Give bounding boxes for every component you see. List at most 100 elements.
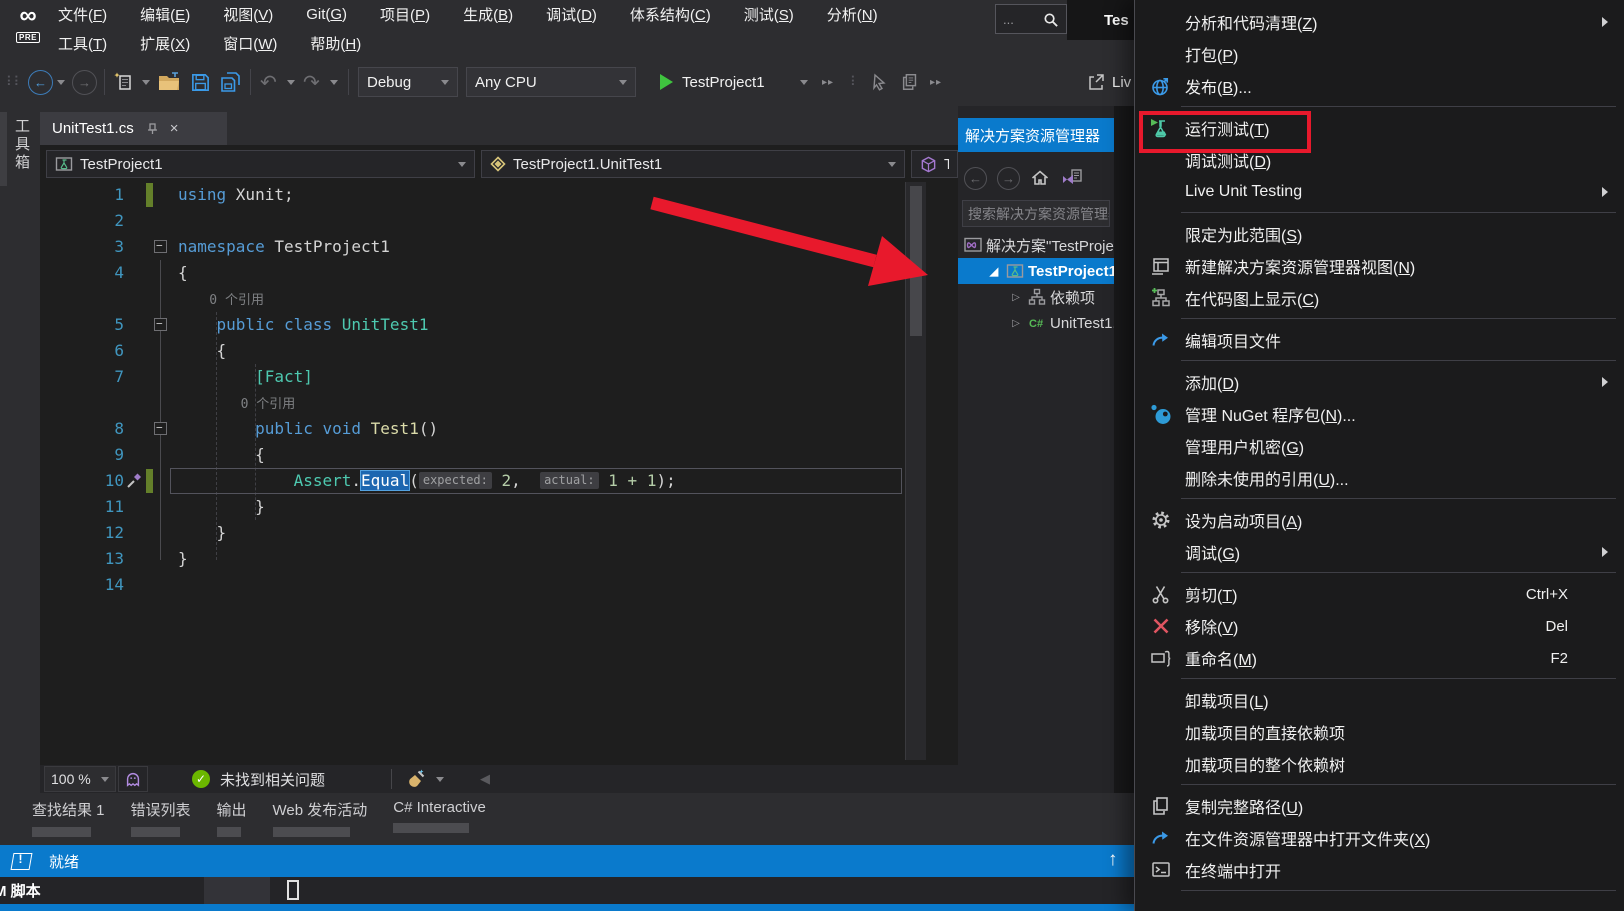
code-cleanup-broom-icon[interactable] <box>406 768 428 790</box>
context-menu-item[interactable]: 管理 NuGet 程序包(N)... <box>1135 398 1624 430</box>
code-line[interactable]: 7 [Fact] <box>40 364 905 390</box>
context-menu-item[interactable]: 打包(P) <box>1135 38 1624 70</box>
expand-chevron-icon[interactable]: ◢ <box>984 265 1004 278</box>
menubar-item[interactable]: 测试(S) <box>744 4 794 25</box>
menubar-item[interactable]: Git(G) <box>306 6 347 23</box>
context-menu-item[interactable]: 加载项目的直接依赖项 <box>1135 716 1624 748</box>
menubar-item[interactable]: 文件(F) <box>58 4 107 25</box>
context-menu-item[interactable]: 在代码图上显示(C) <box>1135 282 1624 314</box>
toolbar-overflow-icon[interactable] <box>822 58 834 106</box>
undo-button[interactable] <box>260 58 277 106</box>
live-share-icon[interactable] <box>1086 58 1106 106</box>
context-menu-item[interactable]: 调试(G) <box>1135 536 1624 568</box>
redo-caret[interactable] <box>330 58 338 106</box>
navigate-forward-button[interactable] <box>72 58 97 106</box>
menubar-item[interactable]: 体系结构(C) <box>630 4 711 25</box>
code-line[interactable]: 8 public void Test1() <box>40 416 905 442</box>
context-menu-item[interactable]: 发布(B)... <box>1135 70 1624 102</box>
start-debug-button[interactable] <box>660 58 673 106</box>
run-target-label[interactable]: TestProject1 <box>682 58 765 106</box>
code-line[interactable]: 4 { <box>40 260 905 286</box>
configuration-dropdown[interactable]: Debug <box>358 67 458 97</box>
code-line[interactable]: 13 } <box>40 546 905 572</box>
code-line[interactable]: 12 } <box>40 520 905 546</box>
context-menu-item[interactable]: 重命名(M) F2 <box>1135 642 1624 674</box>
menubar-item[interactable]: 调试(D) <box>546 4 597 25</box>
code-line[interactable]: 11 } <box>40 494 905 520</box>
bottom-panel-tab[interactable]: 输出 <box>217 799 247 837</box>
context-menu-item[interactable]: 剪切(T) Ctrl+X <box>1135 578 1624 610</box>
context-menu-item[interactable]: 卸载项目(L) <box>1135 684 1624 716</box>
code-line[interactable]: 5 public class UnitTest1 <box>40 312 905 338</box>
code-line[interactable]: 14 <box>40 572 905 598</box>
code-line[interactable]: 0 个引用 <box>40 390 905 416</box>
save-all-button[interactable] <box>220 58 242 106</box>
bottom-panel-tab[interactable]: Web 发布活动 <box>273 799 368 837</box>
notification-icon[interactable] <box>11 853 33 870</box>
code-line[interactable]: 1 using Xunit; <box>40 182 905 208</box>
bottom-panel-tab[interactable]: 查找结果 1 <box>32 799 105 837</box>
code-line[interactable]: 2 <box>40 208 905 234</box>
menubar-item[interactable]: 生成(B) <box>463 4 513 25</box>
switch-views-icon[interactable] <box>1060 167 1084 189</box>
editor-vertical-scrollbar[interactable] <box>905 182 926 760</box>
collapse-toggle[interactable] <box>154 422 167 435</box>
context-menu-item[interactable]: 分析和代码清理(Z) <box>1135 6 1624 38</box>
code-editor[interactable]: 1 using Xunit; 2 3 namespace TestProject… <box>40 182 905 760</box>
copy-doc-icon[interactable] <box>900 58 920 106</box>
collapse-toggle[interactable] <box>154 318 167 331</box>
code-line[interactable]: 10 Assert.Equal(expected: 2, actual: 1 +… <box>40 468 905 494</box>
new-file-caret[interactable] <box>142 58 150 106</box>
context-menu-item[interactable]: 编辑项目文件 <box>1135 324 1624 356</box>
toolbar-grip[interactable]: ⠇⠇ <box>6 58 21 106</box>
code-line[interactable]: 3 namespace TestProject1 <box>40 234 905 260</box>
context-menu-item[interactable]: 添加(D) <box>1135 366 1624 398</box>
breadcrumb-project-dropdown[interactable]: TestProject1 <box>46 150 475 178</box>
menubar-item[interactable]: 扩展(X) <box>140 33 190 54</box>
context-menu-item[interactable]: 新建解决方案资源管理器视图(N) <box>1135 250 1624 282</box>
quick-actions-icon[interactable] <box>126 473 142 489</box>
solution-search-input[interactable]: 搜索解决方案资源管理器(Ctrl+;) <box>962 200 1110 227</box>
code-line[interactable]: 9 { <box>40 442 905 468</box>
bottom-panel-tab[interactable]: 错误列表 <box>131 799 191 837</box>
context-menu-item[interactable]: 删除未使用的引用(U)... <box>1135 462 1624 494</box>
save-button[interactable] <box>190 58 211 106</box>
menubar-item[interactable]: 项目(P) <box>380 4 430 25</box>
context-menu-item[interactable]: 移除(V) Del <box>1135 610 1624 642</box>
redo-button[interactable] <box>303 58 320 106</box>
toolbar-grip[interactable]: ⠇ <box>850 58 858 106</box>
menubar-item[interactable]: 帮助(H) <box>310 33 361 54</box>
context-menu-item[interactable]: 加载项目的整个依赖树 <box>1135 748 1624 780</box>
close-icon[interactable]: × <box>170 120 179 137</box>
pointer-tool-icon[interactable] <box>870 58 888 106</box>
menubar-item[interactable]: 编辑(E) <box>140 4 190 25</box>
tree-row[interactable]: 解决方案"TestProject1" <box>958 232 1114 258</box>
context-menu-item[interactable]: 复制完整路径(U) <box>1135 790 1624 822</box>
breadcrumb-type-dropdown[interactable]: TestProject1.UnitTest1 <box>481 150 905 178</box>
explorer-back-icon[interactable] <box>964 167 987 190</box>
menubar-item[interactable]: 视图(V) <box>223 4 273 25</box>
run-target-caret[interactable] <box>800 58 808 106</box>
platform-dropdown[interactable]: Any CPU <box>466 67 636 97</box>
toolbar-overflow-icon[interactable] <box>930 58 942 106</box>
code-line[interactable]: 0 个引用 <box>40 286 905 312</box>
bottom-panel-tab[interactable]: C# Interactive <box>393 799 486 837</box>
breadcrumb-member-dropdown[interactable]: Te <box>911 150 958 178</box>
back-dropdown-caret[interactable] <box>57 58 65 106</box>
panel-title-bar[interactable]: 解决方案资源管理器 <box>958 118 1114 152</box>
document-tab[interactable]: UnitTest1.cs × <box>40 112 227 145</box>
context-menu-item[interactable]: 在文件资源管理器中打开文件夹(X) <box>1135 822 1624 854</box>
tree-row[interactable]: ◢ TestProject1 <box>958 258 1114 284</box>
toolbox-vertical-tab[interactable]: 工具箱 <box>11 118 32 172</box>
expand-chevron-icon[interactable]: ▷ <box>1006 292 1026 303</box>
collapse-toggle[interactable] <box>154 240 167 253</box>
up-arrow-icon[interactable] <box>1108 849 1118 871</box>
new-file-button[interactable] <box>113 58 135 106</box>
menubar-item[interactable]: 窗口(W) <box>223 33 277 54</box>
context-menu-item[interactable]: 限定为此范围(S) <box>1135 218 1624 250</box>
navigate-back-button[interactable] <box>28 58 53 106</box>
context-menu-item[interactable]: Live Unit Testing <box>1135 176 1624 208</box>
menubar-item[interactable]: 工具(T) <box>58 33 107 54</box>
live-share-label[interactable]: Liv <box>1112 58 1131 106</box>
quick-search-box[interactable]: ... <box>995 4 1067 34</box>
